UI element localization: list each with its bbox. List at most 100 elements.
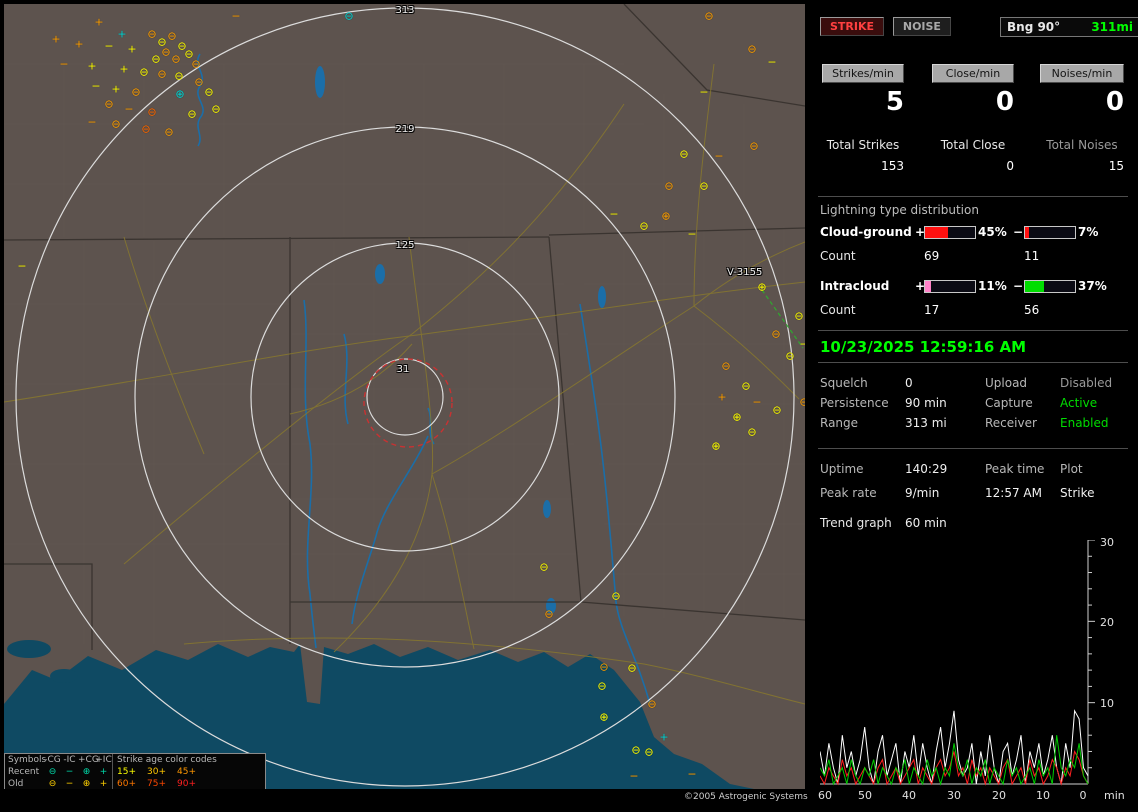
xtick-10: 10	[1036, 789, 1050, 802]
strike-symbol-cg-: ⊖	[631, 743, 641, 757]
noise-toggle-button[interactable]: NOISE	[892, 17, 951, 36]
strike-symbol-ic-: −	[124, 102, 134, 116]
settings-row: Squelch 0 Upload Disabled	[812, 376, 1134, 396]
divider	[818, 362, 1128, 363]
uptime-section: Uptime 140:29 Peak time Plot Peak rate 9…	[812, 462, 1134, 510]
strike-symbol-cg-: ⊖	[174, 69, 184, 83]
total-noises-value: 15	[1108, 159, 1124, 173]
trend-series-strikes	[820, 709, 1089, 785]
xtick-20: 20	[992, 789, 1006, 802]
persistence-label: Persistence	[820, 396, 889, 410]
cg-negative-count: 11	[1024, 249, 1040, 263]
datetime-display: 10/23/2025 12:59:16 AM	[820, 338, 1027, 356]
strike-symbol-ic-: −	[91, 79, 101, 93]
strikes-column: Strikes/min 5 Total Strikes 153	[822, 64, 904, 173]
strike-symbol-cg+: ⊕	[732, 410, 742, 424]
divider	[818, 448, 1128, 449]
xtick-50: 50	[858, 789, 872, 802]
strike-symbol-cg-: ⊖	[699, 179, 709, 193]
strike-symbol-cg-: ⊖	[111, 117, 121, 131]
cg-pos-icon: ⊕	[82, 779, 91, 789]
strike-symbol-cg-: ⊖	[741, 379, 751, 393]
age-75: 75+	[147, 779, 166, 789]
age-60: 60+	[117, 779, 136, 789]
strike-symbol-cg-: ⊖	[344, 9, 354, 23]
ytick-30: 30	[1100, 536, 1114, 549]
strike-symbol-ic-: −	[699, 85, 709, 99]
noises-column: Noises/min 0 Total Noises 15	[1040, 64, 1124, 173]
age-15: 15+	[117, 767, 136, 777]
strike-symbol-ic-: −	[752, 395, 762, 409]
legend-old-label: Old	[8, 779, 24, 789]
strike-symbol-cg-: ⊖	[191, 57, 201, 71]
strike-symbol-cg-: ⊖	[772, 403, 782, 417]
strike-symbol-ic-: −	[714, 149, 724, 163]
peak-time-label: Peak time	[985, 462, 1045, 476]
trend-graph: 30 20 10 60 50 40 30 20 10 0 min	[818, 536, 1130, 806]
intracloud-label: Intracloud	[820, 279, 890, 293]
range-value: 313 mi	[905, 416, 947, 430]
close-per-min-button[interactable]: Close/min	[932, 64, 1014, 83]
strike-toggle-button[interactable]: STRIKE	[820, 17, 885, 36]
cg-positive-pct: 45%	[978, 225, 1007, 239]
strike-symbol-ic-: −	[59, 57, 69, 71]
total-noises-label: Total Noises	[1046, 138, 1118, 152]
strike-symbol-cg+: ⊕	[175, 87, 185, 101]
strike-symbol-cg-: ⊖	[599, 660, 609, 674]
strike-symbol-cg-: ⊖	[211, 102, 221, 116]
cg-positive-bar	[924, 226, 976, 239]
strike-symbol-cg-: ⊖	[647, 697, 657, 711]
legend-col-cg-neg: -CG	[44, 755, 61, 765]
stats-section: Strikes/min 5 Total Strikes 153 Close/mi…	[812, 64, 1134, 184]
cg-positive-count: 69	[924, 249, 940, 263]
cg-negative-bar	[1024, 226, 1076, 239]
intracloud-count-row: Count 17 56	[820, 303, 1128, 317]
strike-symbol-ic+: +	[717, 390, 727, 404]
strike-symbol-ic-: −	[104, 39, 114, 53]
strike-symbol-ic-: −	[799, 337, 805, 351]
noises-per-min-button[interactable]: Noises/min	[1040, 64, 1124, 83]
strike-symbol-cg-: ⊖	[794, 309, 804, 323]
range-ring-label-31: 31	[396, 364, 410, 375]
strikes-per-min-button[interactable]: Strikes/min	[822, 64, 904, 83]
age-30: 30+	[147, 767, 166, 777]
panel-top-row: STRIKE NOISE Bng 90° 311mi	[820, 17, 1138, 39]
strikes-per-min-value: 5	[885, 87, 904, 117]
total-strikes-label: Total Strikes	[826, 138, 900, 152]
map-legend: Symbols -CG -IC +CG +IC Strike age color…	[4, 753, 266, 789]
station-label: V-3155	[727, 267, 763, 278]
ic-neg-icon: −	[65, 767, 74, 777]
strike-symbol-cg-: ⊖	[627, 661, 637, 675]
strike-symbol-ic+: +	[659, 730, 669, 744]
nexstorm-app: { "panel": { "strike_button": "STRIKE", …	[0, 0, 1138, 812]
strike-symbol-cg-: ⊖	[664, 179, 674, 193]
count-label: Count	[820, 303, 856, 317]
strike-symbol-ic-: −	[687, 767, 697, 781]
strike-symbol-ic-: −	[687, 227, 697, 241]
cg-neg-icon: ⊖	[48, 779, 57, 789]
plot-value: Strike	[1060, 486, 1095, 500]
bearing-label: Bng 90°	[1007, 20, 1061, 34]
ic-positive-pct: 11%	[978, 279, 1007, 293]
strike-symbol-cg-: ⊖	[139, 65, 149, 79]
legend-col-ic-pos: +IC	[95, 755, 112, 765]
strike-symbol-cg-: ⊖	[679, 147, 689, 161]
strike-symbol-cg-: ⊖	[104, 97, 114, 111]
intracloud-row: Intracloud + 11% − 37%	[820, 279, 1128, 293]
lightning-map[interactable]: 313 219 125 31 V-3155 + + + − + ⊖ ⊖ ⊖ ⊖ ⊖ ⊖ ⊖ ⊖ ⊖ − + + ⊖…	[4, 4, 805, 789]
strike-symbol-ic+: +	[119, 62, 129, 76]
ic-pos-icon: +	[99, 767, 108, 777]
trend-header: Trend graph 60 min	[812, 516, 1134, 536]
strike-symbol-cg-: ⊖	[157, 67, 167, 81]
minus-sign: −	[1013, 225, 1024, 239]
strike-symbol-cg-: ⊖	[597, 679, 607, 693]
xtick-40: 40	[902, 789, 916, 802]
total-close-label: Total Close	[940, 138, 1006, 152]
strike-symbol-cg-: ⊖	[544, 607, 554, 621]
strike-symbol-cg-: ⊖	[161, 45, 171, 59]
uptime-row: Uptime 140:29 Peak time Plot	[812, 462, 1134, 482]
xaxis-unit: min	[1104, 789, 1125, 802]
strike-symbol-cg-: ⊖	[704, 9, 714, 23]
ytick-20: 20	[1100, 616, 1114, 629]
strike-symbol-ic+: +	[127, 42, 137, 56]
